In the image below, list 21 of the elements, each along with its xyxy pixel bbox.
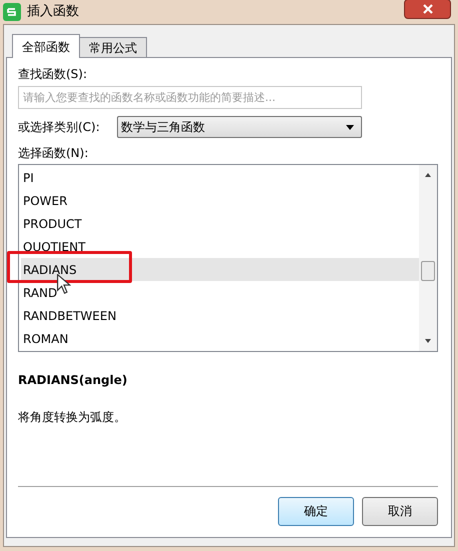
function-item[interactable]: RANDBETWEEN: [21, 304, 419, 327]
category-dropdown[interactable]: 数学与三角函数: [117, 116, 362, 138]
function-item[interactable]: ROMAN: [21, 327, 419, 350]
field-label: 查找函数(S):: [18, 66, 88, 83]
function-item[interactable]: PI: [21, 166, 419, 189]
tab[interactable]: 全部函数: [12, 34, 80, 58]
window-title: 插入函数: [27, 3, 79, 22]
function-item[interactable]: QUOTIENT: [21, 235, 419, 258]
function-signature: RADIANS(angle): [18, 372, 128, 389]
dialog-button[interactable]: 取消: [362, 496, 438, 526]
search-field[interactable]: 请输入您要查找的函数名称或函数功能的简要描述...: [18, 86, 362, 109]
function-item[interactable]: RAND: [21, 281, 419, 304]
function-item[interactable]: POWER: [21, 189, 419, 212]
field-label: 或选择类别(C):: [18, 119, 101, 136]
function-list[interactable]: PI POWER PRODUCT QUOTIENT RADIANS RAND RANDBETWEEN ROMAN: [18, 164, 438, 352]
field-label: 选择函数(N):: [18, 145, 90, 162]
function-item[interactable]: RADIANS: [21, 258, 419, 281]
function-item[interactable]: PRODUCT: [21, 212, 419, 235]
tab[interactable]: 常用公式: [79, 37, 147, 57]
dialog-button[interactable]: 确定: [278, 496, 354, 526]
function-description: 将角度转换为弧度。: [18, 409, 127, 426]
